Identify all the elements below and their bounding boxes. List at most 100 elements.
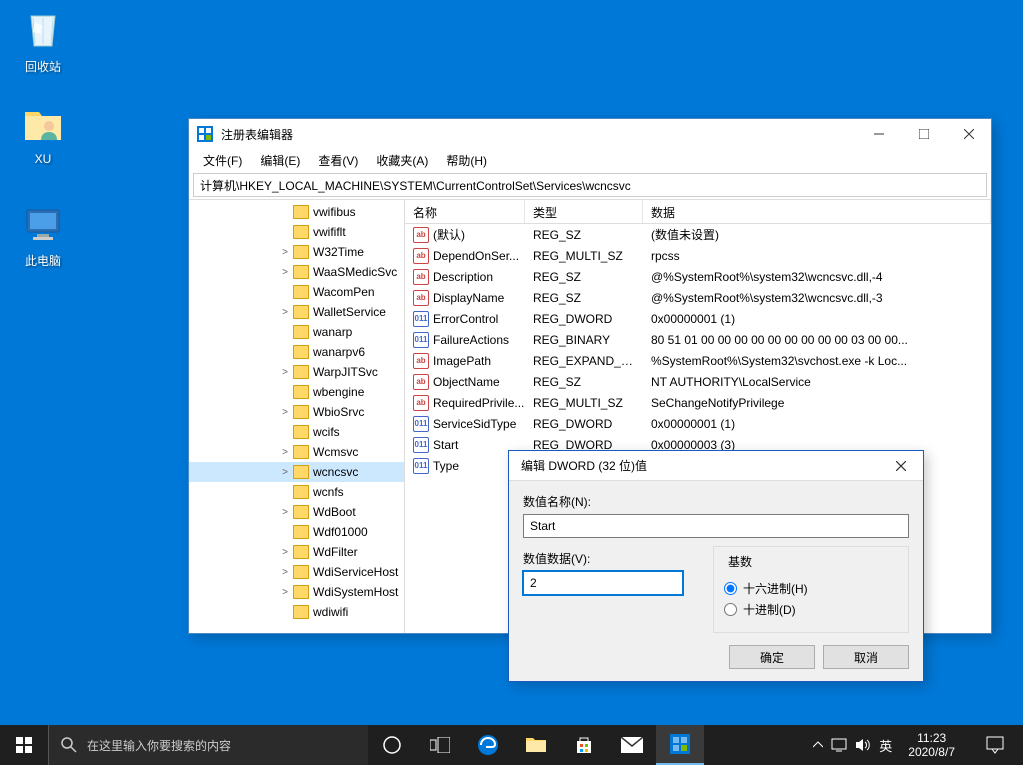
list-row[interactable]: abRequiredPrivile...REG_MULTI_SZSeChange… (405, 392, 991, 413)
value-data: (数值未设置) (643, 226, 991, 243)
radio-dec-input[interactable] (724, 603, 737, 616)
value-name: ErrorControl (433, 312, 498, 326)
col-name[interactable]: 名称 (405, 200, 525, 223)
file-explorer-icon[interactable] (512, 725, 560, 765)
folder-icon (293, 305, 309, 319)
regedit-taskbar-icon[interactable] (656, 725, 704, 765)
radio-dec[interactable]: 十进制(D) (724, 601, 898, 618)
address-bar[interactable]: 计算机\HKEY_LOCAL_MACHINE\SYSTEM\CurrentCon… (193, 173, 987, 197)
col-data[interactable]: 数据 (643, 200, 991, 223)
expand-icon[interactable]: > (279, 367, 291, 378)
task-view-icon[interactable] (416, 725, 464, 765)
list-row[interactable]: abDescriptionREG_SZ@%SystemRoot%\system3… (405, 266, 991, 287)
tree-node[interactable]: > WarpJITSvc (189, 362, 404, 382)
menu-edit[interactable]: 编辑(E) (252, 150, 308, 171)
tray-chevron-icon[interactable] (813, 740, 823, 750)
tree-node[interactable]: >Wcmsvc (189, 442, 404, 462)
tree-node[interactable]: vwifibus (189, 202, 404, 222)
tree-view[interactable]: vwifibusvwififlt>W32Time>WaaSMedicSvcWac… (189, 200, 405, 633)
desktop-icon-this-pc[interactable]: 此电脑 (6, 200, 80, 269)
edit-dword-dialog: 编辑 DWORD (32 位)值 数值名称(N): 数值数据(V): 基数 十六… (508, 450, 924, 682)
clock[interactable]: 11:23 2020/8/7 (900, 731, 963, 759)
value-type: REG_MULTI_SZ (525, 396, 643, 410)
search-box[interactable]: 在这里输入你要搜索的内容 (48, 725, 368, 765)
tree-node[interactable]: >WbioSrvc (189, 402, 404, 422)
cortana-icon[interactable] (368, 725, 416, 765)
tree-node[interactable]: wanarp (189, 322, 404, 342)
edge-icon[interactable] (464, 725, 512, 765)
maximize-button[interactable] (901, 120, 946, 149)
list-row[interactable]: abDisplayNameREG_SZ@%SystemRoot%\system3… (405, 287, 991, 308)
value-icon: ab (413, 269, 429, 285)
value-name-input[interactable] (523, 514, 909, 538)
menu-file[interactable]: 文件(F) (195, 150, 250, 171)
tree-node[interactable]: Wdf01000 (189, 522, 404, 542)
list-row[interactable]: abObjectNameREG_SZNT AUTHORITY\LocalServ… (405, 371, 991, 392)
expand-icon[interactable]: > (279, 507, 291, 518)
list-row[interactable]: ab(默认)REG_SZ(数值未设置) (405, 224, 991, 245)
tree-node[interactable]: vwififlt (189, 222, 404, 242)
cancel-button[interactable]: 取消 (823, 645, 909, 669)
network-icon[interactable] (831, 738, 847, 752)
list-row[interactable]: 011ErrorControlREG_DWORD0x00000001 (1) (405, 308, 991, 329)
tree-node[interactable]: wbengine (189, 382, 404, 402)
expand-icon[interactable]: > (279, 407, 291, 418)
minimize-button[interactable] (856, 120, 901, 149)
desktop-icon-recycle-bin[interactable]: 回收站 (6, 6, 80, 75)
tree-node[interactable]: wdiwifi (189, 602, 404, 622)
tree-node[interactable]: >WdiServiceHost (189, 562, 404, 582)
list-row[interactable]: 011ServiceSidTypeREG_DWORD0x00000001 (1) (405, 413, 991, 434)
expand-icon[interactable]: > (279, 467, 291, 478)
tree-node[interactable]: >WaaSMedicSvc (189, 262, 404, 282)
tree-node-label: wcifs (313, 425, 340, 439)
desktop-icon-user-folder[interactable]: XU (6, 100, 80, 166)
value-data-label: 数值数据(V): (523, 550, 683, 567)
tree-node[interactable]: wanarpv6 (189, 342, 404, 362)
volume-icon[interactable] (855, 738, 871, 752)
tree-node[interactable]: >WdiSystemHost (189, 582, 404, 602)
expand-icon[interactable]: > (279, 247, 291, 258)
start-button[interactable] (0, 725, 48, 765)
desktop-icon-label: XU (6, 152, 80, 166)
tree-node[interactable]: wcifs (189, 422, 404, 442)
dialog-close-button[interactable] (878, 451, 923, 480)
list-header[interactable]: 名称 类型 数据 (405, 200, 991, 224)
mail-icon[interactable] (608, 725, 656, 765)
close-button[interactable] (946, 120, 991, 149)
list-row[interactable]: 011FailureActionsREG_BINARY80 51 01 00 0… (405, 329, 991, 350)
titlebar[interactable]: 注册表编辑器 (189, 119, 991, 149)
tree-node[interactable]: WacomPen (189, 282, 404, 302)
value-data-input[interactable] (523, 571, 683, 595)
menu-favorites[interactable]: 收藏夹(A) (368, 150, 436, 171)
list-row[interactable]: abDependOnSer...REG_MULTI_SZrpcss (405, 245, 991, 266)
expand-icon[interactable]: > (279, 267, 291, 278)
tree-node[interactable]: wcnfs (189, 482, 404, 502)
menu-view[interactable]: 查看(V) (310, 150, 366, 171)
radio-hex-input[interactable] (724, 582, 737, 595)
base-fieldset: 基数 十六进制(H) 十进制(D) (713, 546, 909, 633)
expand-icon[interactable]: > (279, 307, 291, 318)
ok-button[interactable]: 确定 (729, 645, 815, 669)
expand-icon[interactable]: > (279, 587, 291, 598)
menu-help[interactable]: 帮助(H) (438, 150, 495, 171)
tree-node[interactable]: >WdBoot (189, 502, 404, 522)
tree-node[interactable]: >wcncsvc (189, 462, 404, 482)
tree-node[interactable]: >W32Time (189, 242, 404, 262)
notification-icon[interactable] (971, 725, 1019, 765)
expand-icon[interactable]: > (279, 447, 291, 458)
list-row[interactable]: abImagePathREG_EXPAND_SZ%SystemRoot%\Sys… (405, 350, 991, 371)
tree-node[interactable]: >WalletService (189, 302, 404, 322)
dialog-titlebar[interactable]: 编辑 DWORD (32 位)值 (509, 451, 923, 481)
folder-icon (293, 545, 309, 559)
value-data: SeChangeNotifyPrivilege (643, 396, 991, 410)
expand-icon[interactable]: > (279, 567, 291, 578)
value-type: REG_SZ (525, 228, 643, 242)
col-type[interactable]: 类型 (525, 200, 643, 223)
expand-icon[interactable]: > (279, 547, 291, 558)
ime-indicator[interactable]: 英 (879, 736, 892, 755)
store-icon[interactable] (560, 725, 608, 765)
radio-hex[interactable]: 十六进制(H) (724, 580, 898, 597)
tree-node[interactable]: >WdFilter (189, 542, 404, 562)
folder-icon (293, 485, 309, 499)
tree-node-label: WarpJITSvc (313, 365, 378, 379)
